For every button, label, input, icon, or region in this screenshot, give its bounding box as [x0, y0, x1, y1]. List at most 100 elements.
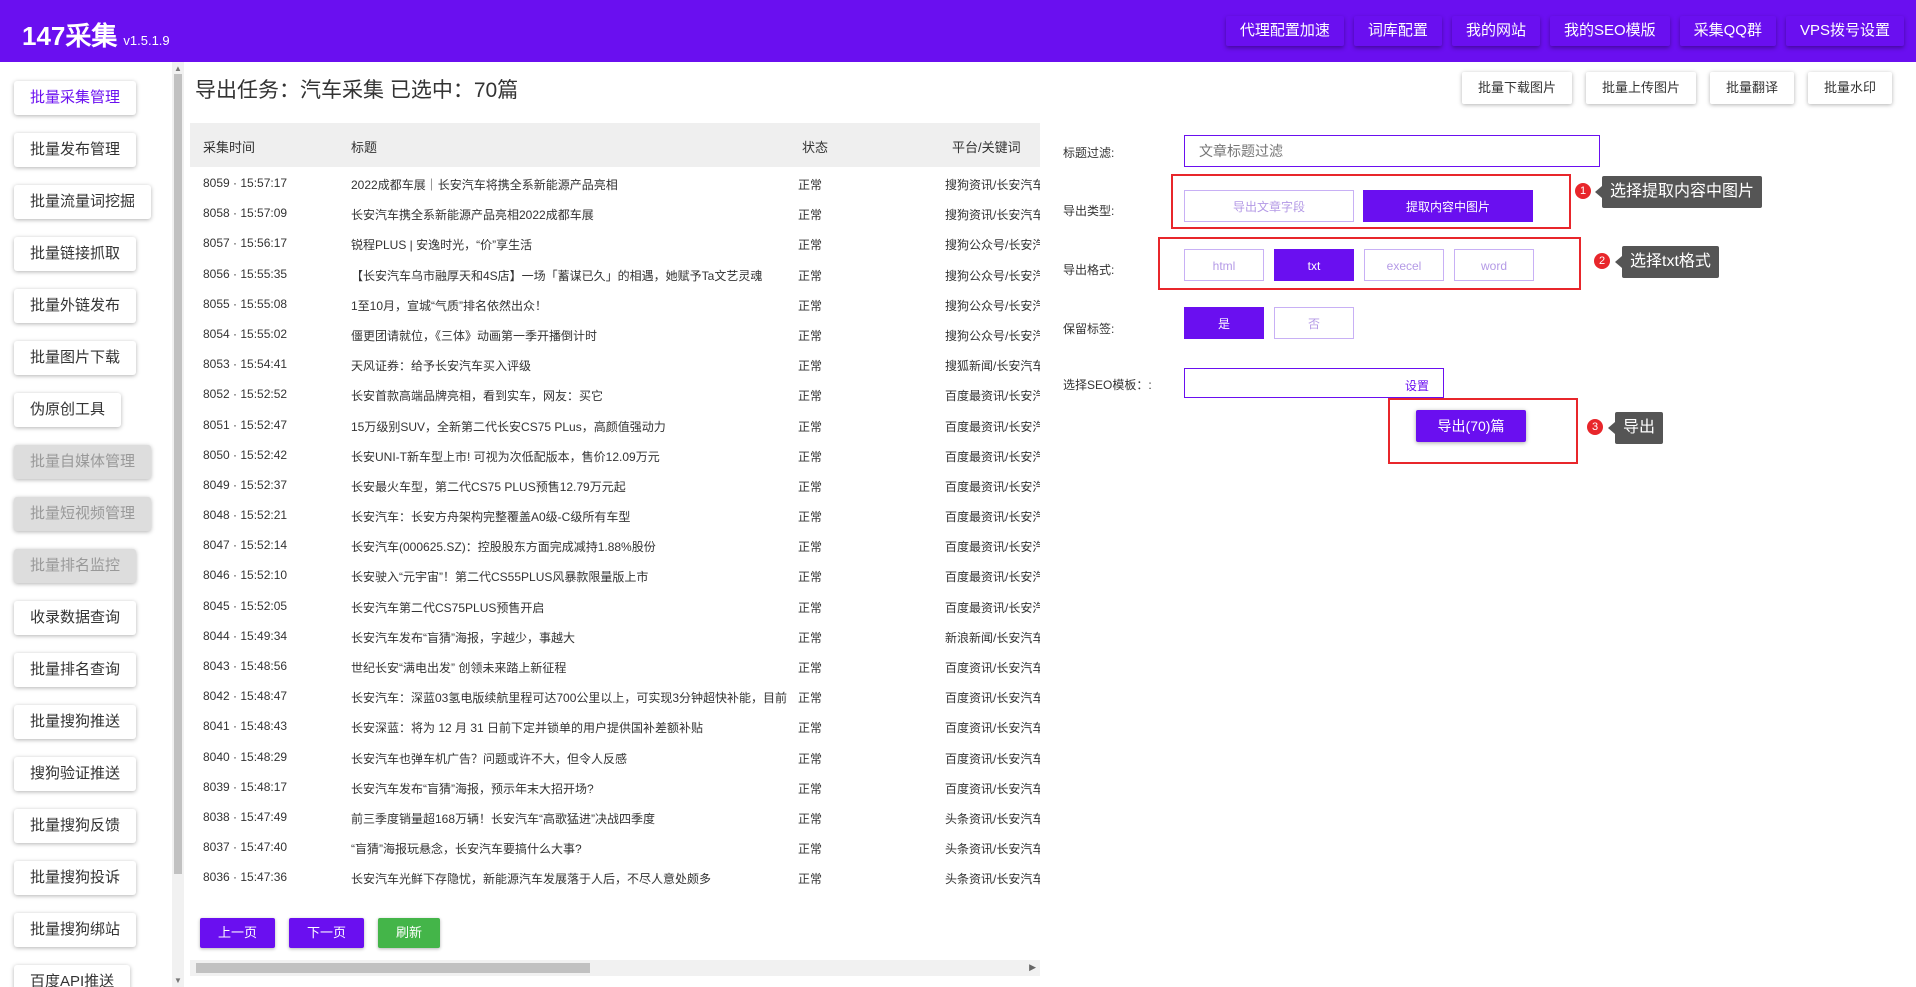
- annotation-box-2: [1158, 237, 1581, 290]
- row-time: 8049 · 15:52:37: [203, 477, 288, 492]
- sidebar-item-sogou-push[interactable]: 批量搜狗推送: [14, 705, 137, 739]
- table-row[interactable]: 8037 · 15:47:40 “盲猜”海报玩悬念，长安汽车要搞什么大事? 正常 头条…: [190, 831, 1040, 861]
- table-row[interactable]: 8050 · 15:52:42 长安UNI-T新车型上市! 可视为次低配版本，售价…: [190, 439, 1040, 469]
- sidebar-item-video-manage[interactable]: 批量短视频管理: [14, 497, 152, 531]
- table-row[interactable]: 8038 · 15:47:49 前三季度销量超168万辆！长安汽车“高歌猛进”决战…: [190, 801, 1040, 831]
- keep-tags-no-option[interactable]: 否: [1274, 307, 1354, 339]
- table-horizontal-scrollbar[interactable]: ▶: [190, 960, 1040, 976]
- sidebar-item-pseudo-original[interactable]: 伪原创工具: [14, 393, 122, 427]
- row-time: 8058 · 15:57:09: [203, 206, 288, 221]
- batch-translate-button[interactable]: 批量翻译: [1709, 72, 1794, 104]
- table-row[interactable]: 8036 · 15:47:36 长安汽车光鲜下存隐忧，新能源汽车发展落于人后，不尽…: [190, 861, 1040, 891]
- table-row[interactable]: 8039 · 15:48:17 长安汽车发布“盲猜”海报，预示年末大招开场? 正常 百…: [190, 771, 1040, 801]
- sidebar-item-collect-manage[interactable]: 批量采集管理: [14, 81, 137, 115]
- row-status: 正常: [798, 840, 858, 858]
- table-row[interactable]: 8052 · 15:52:52 长安首款高端品牌亮相，看到实车，网友：买它 正常 百度…: [190, 378, 1040, 408]
- table-row[interactable]: 8043 · 15:48:56 世纪长安“满电出发” 创领未来踏上新征程 正常 百度资…: [190, 650, 1040, 680]
- table-row[interactable]: 8041 · 15:48:43 长安深蓝：将为 12 月 31 日前下定并锁单的用…: [190, 710, 1040, 740]
- table-row[interactable]: 8057 · 15:56:17 锐程PLUS | 安逸时光，“价”享生活 正常 搜狗公…: [190, 227, 1040, 257]
- table-row[interactable]: 8042 · 15:48:47 长安汽车：深蓝03氢电版续航里程可达700公里以上…: [190, 680, 1040, 710]
- horizontal-scroll-thumb[interactable]: [196, 963, 590, 973]
- row-title: 长安最火车型，第二代CS75 PLUS预售12.79万元起: [351, 479, 626, 494]
- sidebar-item-sogou-bind[interactable]: 批量搜狗绑站: [14, 913, 137, 947]
- table-row[interactable]: 8046 · 15:52:10 长安驶入“元宇宙”！第二代CS55PLUS风暴款限…: [190, 559, 1040, 589]
- row-platform: 百度资讯/长安汽车: [945, 689, 1040, 707]
- sidebar-scroll-thumb[interactable]: [174, 74, 182, 874]
- sidebar-item-rank-query[interactable]: 批量排名查询: [14, 653, 137, 687]
- nav-my-sites[interactable]: 我的网站: [1451, 16, 1540, 46]
- keep-tags-label: 保留标签:: [1063, 322, 1115, 336]
- table-row[interactable]: 8044 · 15:49:34 长安汽车发布“盲猜”海报，字越少，事越大 正常 新浪新…: [190, 620, 1040, 650]
- row-title: 长安汽车发布“盲猜”海报，字越少，事越大: [351, 630, 575, 645]
- table-row[interactable]: 8054 · 15:55:02 僵更团请就位，《三体》动画第一季开播倒计时 正常 搜狗…: [190, 318, 1040, 348]
- scroll-down-arrow-icon[interactable]: ▼: [174, 976, 182, 985]
- sidebar-item-sogou-feedback[interactable]: 批量搜狗反馈: [14, 809, 137, 843]
- sidebar-item-sogou-complaint[interactable]: 批量搜狗投诉: [14, 861, 137, 895]
- annotation-callout-1: 选择提取内容中图片: [1594, 176, 1763, 208]
- table-row[interactable]: 8045 · 15:52:05 长安汽车第二代CS75PLUS预售开启 正常 百度最资…: [190, 590, 1040, 620]
- col-header-time: 采集时间: [203, 140, 256, 155]
- row-title: 僵更团请就位，《三体》动画第一季开播倒计时: [351, 328, 598, 343]
- scroll-right-arrow-icon[interactable]: ▶: [1029, 962, 1036, 973]
- article-table: 采集时间 标题 状态 平台/关键词 8059 · 15:57:17 2022成都车…: [190, 123, 1040, 908]
- row-title: 长安汽车第二代CS75PLUS预售开启: [351, 600, 545, 615]
- sidebar-scrollbar[interactable]: ▲ ▼: [172, 62, 184, 987]
- table-row[interactable]: 8049 · 15:52:37 长安最火车型，第二代CS75 PLUS预售12.7…: [190, 469, 1040, 499]
- sidebar-item-sogou-verify-push[interactable]: 搜狗验证推送: [14, 757, 137, 791]
- scroll-up-arrow-icon[interactable]: ▲: [174, 64, 182, 73]
- table-row[interactable]: 8055 · 15:55:08 1至10月，宣城“气质”排名依然出众！ 正常 搜狗公众…: [190, 288, 1040, 318]
- row-status: 正常: [798, 417, 858, 435]
- annotation-callout-2: 选择txt格式: [1615, 246, 1719, 278]
- nav-vps-dialup[interactable]: VPS拨号设置: [1785, 16, 1904, 46]
- nav-seo-templates[interactable]: 我的SEO模版: [1549, 16, 1670, 46]
- nav-proxy-config[interactable]: 代理配置加速: [1225, 16, 1344, 46]
- table-row[interactable]: 8059 · 15:57:17 2022成都车展｜长安汽车将携全系新能源产品亮相 正…: [190, 167, 1040, 197]
- title-filter-input[interactable]: [1184, 135, 1600, 167]
- row-status: 正常: [798, 719, 858, 737]
- sidebar-item-rank-monitor[interactable]: 批量排名监控: [14, 549, 137, 583]
- row-status: 正常: [798, 387, 858, 405]
- col-header-status: 状态: [802, 140, 829, 155]
- row-platform: 搜狗公众号/长安汽车: [945, 326, 1040, 344]
- sidebar-item-publish-manage[interactable]: 批量发布管理: [14, 133, 137, 167]
- sidebar-item-image-download[interactable]: 批量图片下载: [14, 341, 137, 375]
- nav-lexicon-config[interactable]: 词库配置: [1353, 16, 1442, 46]
- col-header-title: 标题: [351, 140, 378, 155]
- table-row[interactable]: 8047 · 15:52:14 长安汽车(000625.SZ)：控股股东方面完成减…: [190, 529, 1040, 559]
- row-platform: 头条资讯/长安汽车: [945, 840, 1040, 858]
- row-status: 正常: [798, 628, 858, 646]
- batch-upload-images-button[interactable]: 批量上传图片: [1585, 72, 1696, 104]
- sidebar-item-backlink-publish[interactable]: 批量外链发布: [14, 289, 137, 323]
- table-row[interactable]: 8048 · 15:52:21 长安汽车：长安方舟架构完整覆盖A0级-C级所有车型…: [190, 499, 1040, 529]
- nav-qq-group[interactable]: 采集QQ群: [1679, 16, 1776, 46]
- row-title: 长安汽车：深蓝03氢电版续航里程可达700公里以上，可实现3分钟超快补能，目前: [351, 691, 788, 706]
- row-status: 正常: [798, 598, 858, 616]
- sidebar-item-media-manage[interactable]: 批量自媒体管理: [14, 445, 152, 479]
- keep-tags-yes-option[interactable]: 是: [1184, 307, 1264, 339]
- batch-download-images-button[interactable]: 批量下载图片: [1461, 72, 1572, 104]
- table-row[interactable]: 8058 · 15:57:09 长安汽车携全系新能源产品亮相2022成都车展 正常 搜…: [190, 197, 1040, 227]
- table-row[interactable]: 8056 · 15:55:35 【长安汽车乌市融厚天和4S店】一场「蓄谋已久」的相…: [190, 258, 1040, 288]
- row-title: 长安汽车(000625.SZ)：控股股东方面完成减持1.88%股份: [351, 540, 656, 555]
- row-platform: 百度最资讯/长安汽车: [945, 598, 1040, 616]
- table-row[interactable]: 8051 · 15:52:47 15万级别SUV，全新第二代长安CS75 PLus…: [190, 409, 1040, 439]
- row-time: 8052 · 15:52:52: [203, 387, 288, 402]
- row-platform: 百度最资讯/长安汽车: [945, 538, 1040, 556]
- sidebar-item-index-query[interactable]: 收录数据查询: [14, 601, 137, 635]
- sidebar-item-traffic-keywords[interactable]: 批量流量词挖掘: [14, 185, 152, 219]
- seo-template-label: 选择SEO模板：:: [1063, 378, 1152, 392]
- row-time: 8047 · 15:52:14: [203, 538, 288, 553]
- refresh-button[interactable]: 刷新: [378, 918, 441, 948]
- next-page-button[interactable]: 下一页: [289, 918, 365, 948]
- batch-watermark-button[interactable]: 批量水印: [1807, 72, 1892, 104]
- row-platform: 百度资讯/长安汽车: [945, 659, 1040, 676]
- prev-page-button[interactable]: 上一页: [200, 918, 276, 948]
- sidebar-item-baidu-api-push[interactable]: 百度API推送: [14, 965, 131, 987]
- seo-template-select[interactable]: 设置: [1184, 368, 1444, 398]
- row-title: 世纪长安“满电出发” 创领未来踏上新征程: [351, 661, 567, 675]
- table-row[interactable]: 8040 · 15:48:29 长安汽车也弹车机广告？问题或许不大，但令人反感 正常…: [190, 741, 1040, 771]
- seo-settings-link[interactable]: 设置: [1405, 377, 1429, 394]
- table-row[interactable]: 8053 · 15:54:41 天风证券：给予长安汽车买入评级 正常 搜狐新闻/长安汽…: [190, 348, 1040, 378]
- row-time: 8045 · 15:52:05: [203, 598, 288, 613]
- sidebar-item-link-crawl[interactable]: 批量链接抓取: [14, 237, 137, 271]
